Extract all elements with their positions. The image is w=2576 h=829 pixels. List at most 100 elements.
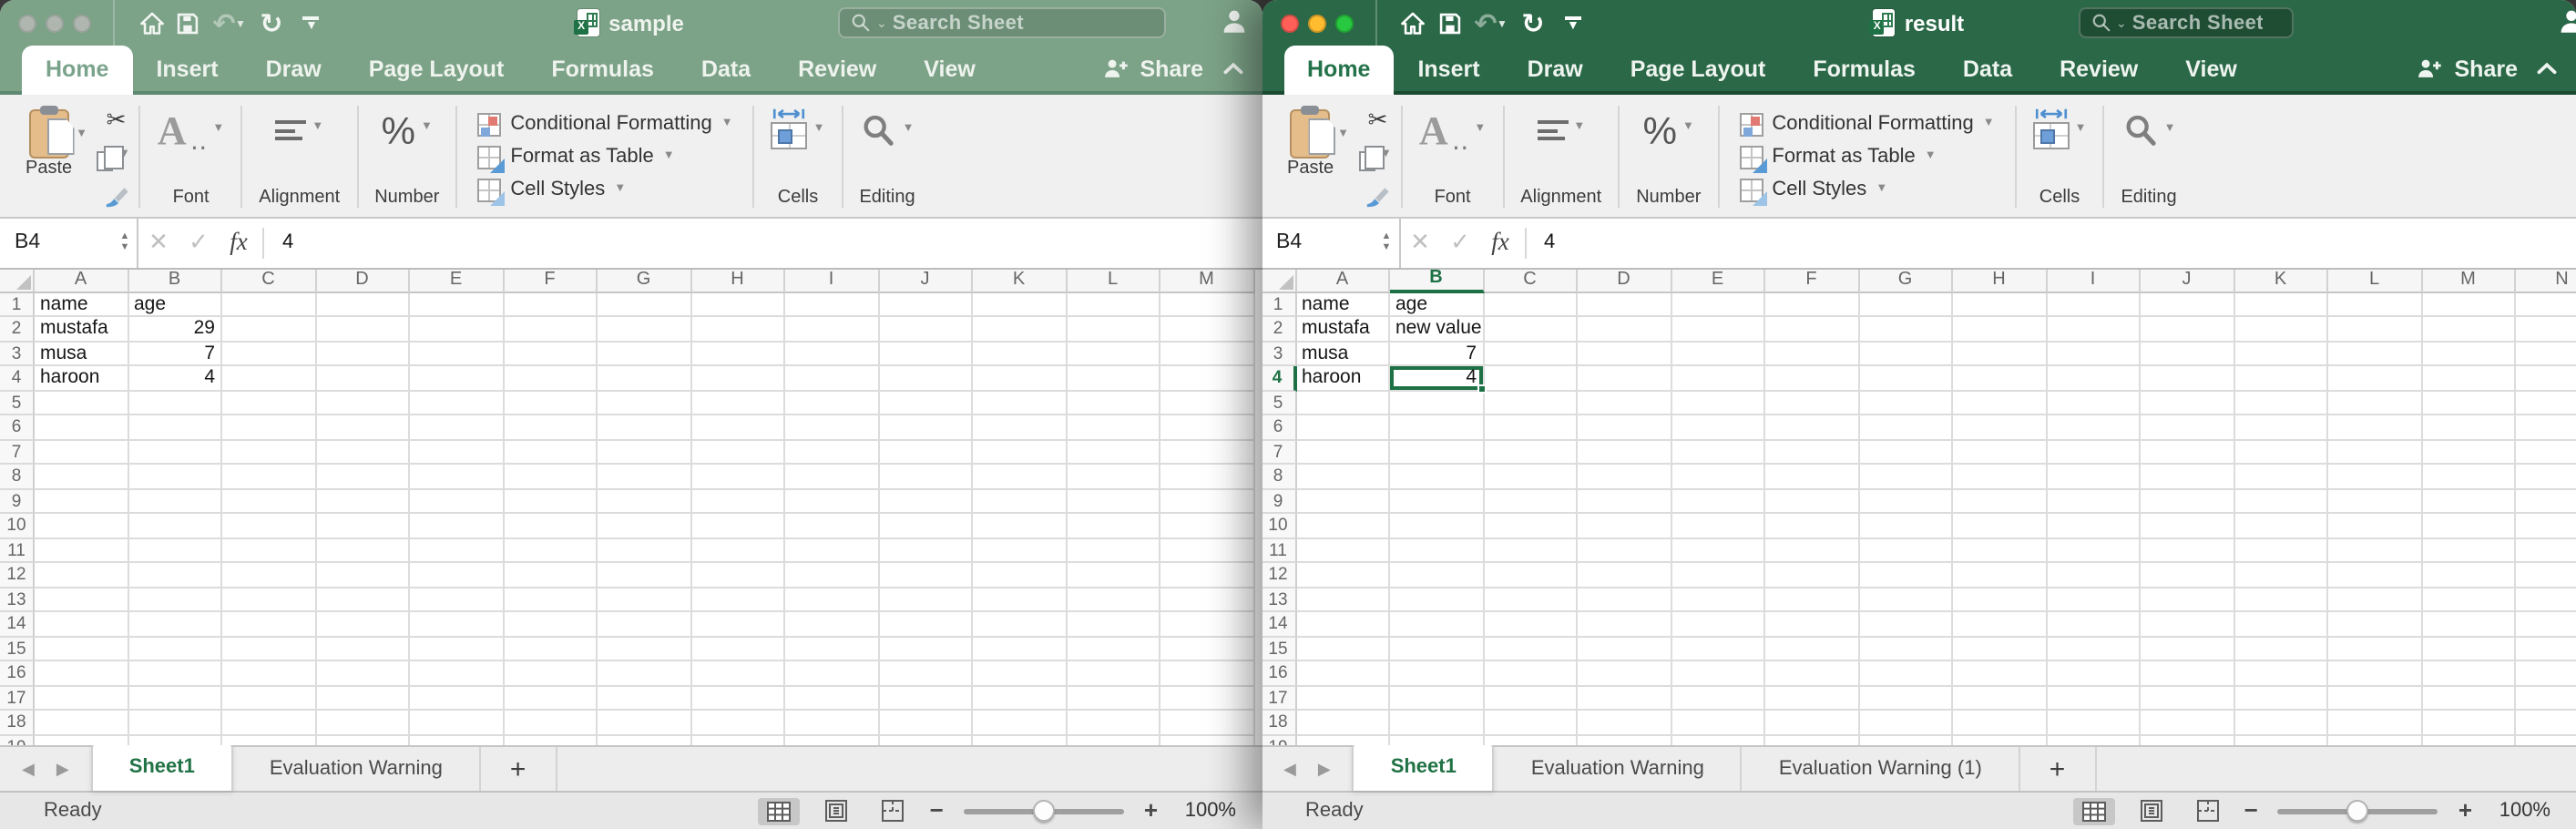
cell-K5[interactable]	[2234, 391, 2328, 415]
redo-icon[interactable]: ↻	[1515, 3, 1551, 43]
cell-C5[interactable]	[222, 391, 316, 415]
editing-group[interactable]: ▼ Editing	[2110, 102, 2187, 211]
cell-H15[interactable]	[691, 637, 785, 661]
cell-M1[interactable]	[1160, 292, 1254, 317]
cell-M11[interactable]	[2422, 538, 2516, 563]
cell-B2[interactable]: new value	[1390, 317, 1484, 342]
cell-H8[interactable]	[691, 465, 785, 489]
row-header-5[interactable]: 5	[1262, 391, 1296, 415]
cell-C15[interactable]	[1484, 637, 1578, 661]
cell-B14[interactable]	[128, 612, 222, 637]
cell-B12[interactable]	[1390, 563, 1484, 588]
cell-G1[interactable]	[1859, 292, 1953, 317]
row-header-18[interactable]: 18	[1262, 711, 1296, 735]
paste-button[interactable]: Paste	[1287, 106, 1334, 180]
cell-C5[interactable]	[1484, 391, 1578, 415]
cell-H6[interactable]	[691, 415, 785, 440]
cell-M7[interactable]	[1160, 440, 1254, 465]
cell-I1[interactable]	[2047, 292, 2141, 317]
cell-G18[interactable]	[1859, 711, 1953, 735]
cell-H14[interactable]	[1953, 612, 2047, 637]
cell-A2[interactable]: mustafa	[1296, 317, 1390, 342]
cell-E15[interactable]	[1671, 637, 1765, 661]
cell-J12[interactable]	[2141, 563, 2234, 588]
cell-B13[interactable]	[128, 588, 222, 612]
cell-H1[interactable]	[1953, 292, 2047, 317]
cell-C7[interactable]	[222, 440, 316, 465]
cell-N13[interactable]	[2516, 588, 2576, 612]
cell-G12[interactable]	[1859, 563, 1953, 588]
column-header-J[interactable]: J	[2141, 269, 2234, 292]
cell-H7[interactable]	[691, 440, 785, 465]
cell-L13[interactable]	[1067, 588, 1160, 612]
cell-H17[interactable]	[1953, 686, 2047, 711]
cell-G7[interactable]	[598, 440, 691, 465]
cell-D2[interactable]	[1578, 317, 1671, 342]
cell-C19[interactable]	[222, 735, 316, 745]
cell-B4[interactable]: 4	[1390, 366, 1484, 391]
cell-E6[interactable]	[410, 415, 504, 440]
cell-N8[interactable]	[2516, 465, 2576, 489]
cell-B6[interactable]	[128, 415, 222, 440]
row-header-7[interactable]: 7	[1262, 440, 1296, 465]
cell-F5[interactable]	[1765, 391, 1859, 415]
cell-J10[interactable]	[2141, 514, 2234, 538]
cell-H9[interactable]	[691, 489, 785, 514]
font-group[interactable]: A‥▼ Font	[147, 102, 235, 211]
cell-H12[interactable]	[1953, 563, 2047, 588]
cell-M14[interactable]	[1160, 612, 1254, 637]
insert-function-button[interactable]: fx	[1480, 219, 1520, 267]
cell-B9[interactable]	[1390, 489, 1484, 514]
cancel-icon[interactable]: ✕	[138, 219, 179, 267]
cell-M8[interactable]	[2422, 465, 2516, 489]
view-page-layout-button[interactable]	[2131, 796, 2172, 825]
cell-E19[interactable]	[1671, 735, 1765, 745]
cell-E3[interactable]	[1671, 342, 1765, 366]
cell-A19[interactable]	[1296, 735, 1390, 745]
cell-L4[interactable]	[2328, 366, 2422, 391]
cell-C6[interactable]	[222, 415, 316, 440]
home-icon[interactable]	[1395, 3, 1431, 43]
cell-K19[interactable]	[2234, 735, 2328, 745]
cell-H18[interactable]	[1953, 711, 2047, 735]
font-group[interactable]: A‥▼ Font	[1408, 102, 1497, 211]
cell-D10[interactable]	[1578, 514, 1671, 538]
cell-D6[interactable]	[1578, 415, 1671, 440]
cell-E18[interactable]	[410, 711, 504, 735]
cell-E16[interactable]	[1671, 661, 1765, 686]
cell-M7[interactable]	[2422, 440, 2516, 465]
cell-K14[interactable]	[2234, 612, 2328, 637]
close-button[interactable]	[18, 14, 36, 32]
cell-G11[interactable]	[1859, 538, 1953, 563]
zoom-slider-knob[interactable]	[2347, 800, 2369, 822]
cell-G15[interactable]	[598, 637, 691, 661]
cell-M9[interactable]	[1160, 489, 1254, 514]
cell-J2[interactable]	[879, 317, 973, 342]
cell-D17[interactable]	[1578, 686, 1671, 711]
home-icon[interactable]	[133, 3, 169, 43]
cell-A13[interactable]	[35, 588, 128, 612]
cell-N17[interactable]	[2516, 686, 2576, 711]
cell-E1[interactable]	[1671, 292, 1765, 317]
cell-L14[interactable]	[1067, 612, 1160, 637]
cell-B14[interactable]	[1390, 612, 1484, 637]
row-header-11[interactable]: 11	[0, 538, 35, 563]
cell-A12[interactable]	[1296, 563, 1390, 588]
cell-K17[interactable]	[973, 686, 1067, 711]
cell-B7[interactable]	[1390, 440, 1484, 465]
cell-E11[interactable]	[410, 538, 504, 563]
column-header-B[interactable]: B	[128, 269, 222, 292]
cell-E17[interactable]	[410, 686, 504, 711]
cell-B8[interactable]	[128, 465, 222, 489]
zoom-in-button[interactable]: +	[1144, 800, 1158, 822]
cell-G17[interactable]	[598, 686, 691, 711]
cell-A9[interactable]	[1296, 489, 1390, 514]
cell-A4[interactable]: haroon	[35, 366, 128, 391]
cell-D6[interactable]	[316, 415, 410, 440]
cell-N14[interactable]	[2516, 612, 2576, 637]
share-button[interactable]: Share	[2406, 46, 2530, 91]
cell-I8[interactable]	[2047, 465, 2141, 489]
cell-E17[interactable]	[1671, 686, 1765, 711]
cell-A8[interactable]	[35, 465, 128, 489]
cell-N1[interactable]	[2516, 292, 2576, 317]
